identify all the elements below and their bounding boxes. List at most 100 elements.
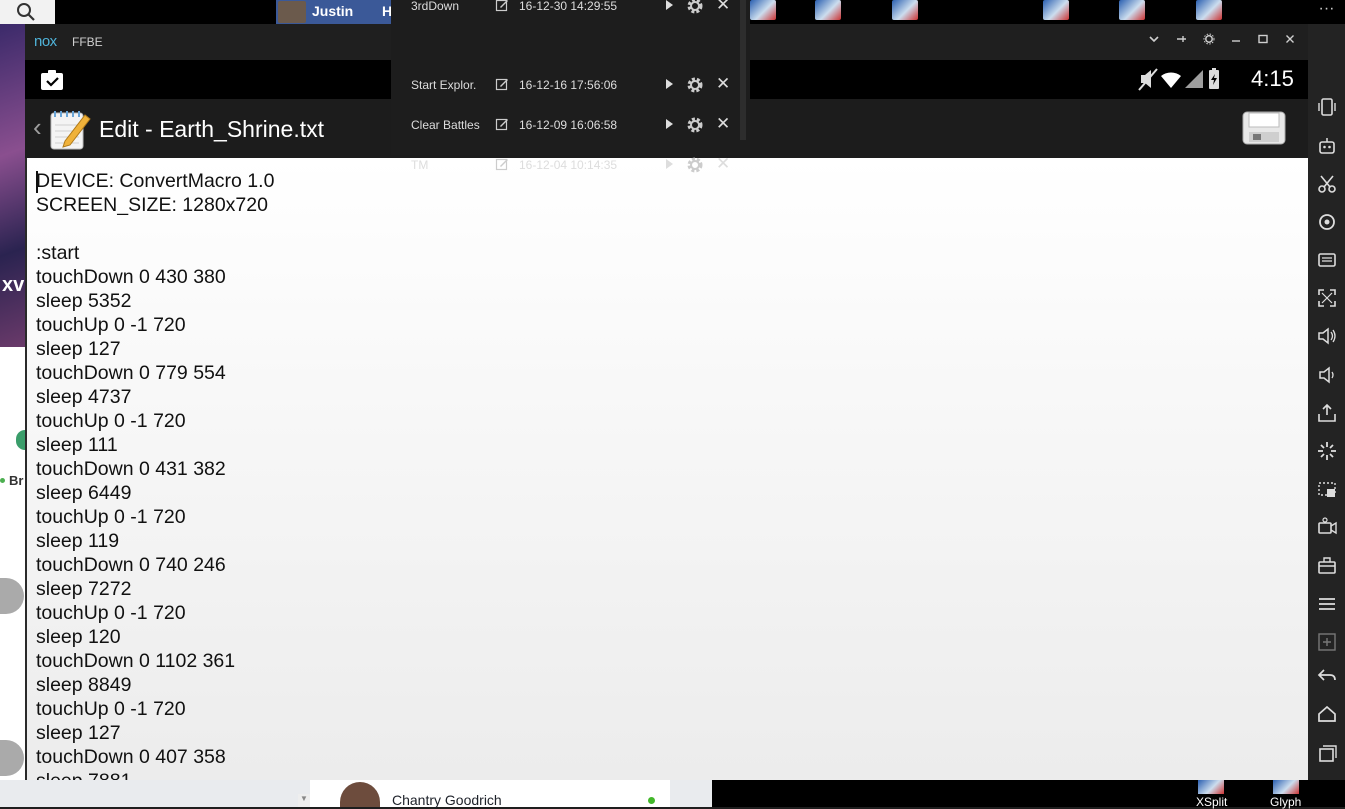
camera-icon[interactable] [1316, 516, 1338, 538]
editor-line: touchUp 0 -1 720 [36, 314, 186, 336]
back-icon[interactable] [1316, 664, 1338, 686]
chat-contact-name[interactable]: Chantry Goodrich [392, 792, 502, 808]
editor-line: sleep 120 [36, 626, 121, 648]
edit-icon[interactable] [495, 157, 509, 176]
location-icon[interactable] [1316, 211, 1338, 233]
chevron-down-icon[interactable] [1143, 30, 1165, 52]
scissors-icon[interactable] [1316, 173, 1338, 195]
search-icon [17, 3, 35, 21]
robot-icon[interactable] [1316, 135, 1338, 157]
multi-instance-icon[interactable] [1316, 631, 1338, 653]
taskbar [712, 780, 1345, 807]
online-dot [0, 478, 5, 483]
glyph-icon[interactable] [1273, 780, 1299, 794]
editor-content[interactable]: DEVICE: ConvertMacro 1.0 SCREEN_SIZE: 12… [36, 169, 274, 780]
editor-line: sleep 119 [36, 530, 120, 552]
macro-list-popup: 3rdDown 16-12-30 14:29:55 ✕ Start Explor. 16… [391, 0, 750, 173]
signal-icon [1185, 70, 1203, 88]
volume-up-icon[interactable] [1316, 325, 1338, 347]
editor-line: sleep 127 [36, 338, 121, 360]
editor-line: sleep 4737 [36, 386, 132, 408]
editor-title: Edit - Earth_Shrine.txt [99, 116, 324, 142]
wifi-icon [1161, 72, 1181, 88]
keyboard-icon[interactable] [1316, 249, 1338, 271]
macro-row[interactable]: 3rdDown 16-12-30 14:29:55 ✕ [391, 0, 741, 40]
save-icon[interactable] [1241, 110, 1287, 151]
editor-line: SCREEN_SIZE: 1280x720 [36, 194, 268, 216]
scroll-down-arrow[interactable]: ▼ [298, 794, 310, 807]
background-art-text: xv [2, 274, 25, 296]
screenshot-icon[interactable] [1316, 478, 1338, 500]
macro-name: 3rdDown [411, 0, 460, 13]
gear-icon[interactable] [685, 155, 705, 180]
shake-icon[interactable] [1316, 96, 1338, 118]
edit-icon[interactable] [495, 0, 509, 17]
user-avatar [278, 1, 306, 23]
editor-line: sleep 5352 [36, 290, 132, 312]
desktop-shortcut-icon[interactable] [892, 0, 918, 20]
editor-line: sleep 8849 [36, 674, 132, 696]
editor-line: touchUp 0 -1 720 [36, 410, 186, 432]
play-icon[interactable] [663, 157, 675, 176]
battery-icon [1209, 68, 1219, 89]
mute-icon [1138, 68, 1158, 91]
desktop-shortcut-icon[interactable] [1119, 0, 1145, 20]
play-icon[interactable] [663, 0, 675, 17]
online-status-dot [648, 797, 655, 804]
editor-line: touchDown 0 779 554 [36, 362, 226, 384]
clipboard-notification-icon[interactable] [39, 68, 65, 97]
nox-logo: nox [34, 33, 57, 50]
pin-icon[interactable] [1170, 30, 1192, 52]
more-options-icon[interactable]: ··· [1308, 0, 1345, 24]
maximize-icon[interactable] [1252, 30, 1274, 52]
editor-line: touchDown 0 430 380 [36, 266, 226, 288]
editor-line: sleep 127 [36, 722, 121, 744]
desktop-shortcut-icon[interactable] [815, 0, 841, 20]
macro-timestamp: 16-12-04 10:14:35 [519, 158, 618, 172]
home-icon[interactable] [1316, 703, 1338, 725]
background-label: Br [9, 473, 24, 488]
volume-down-icon[interactable] [1316, 364, 1338, 386]
status-icons [1137, 66, 1247, 99]
macro-text-editor[interactable]: DEVICE: ConvertMacro 1.0 SCREEN_SIZE: 12… [25, 158, 1308, 780]
background-green-button [16, 430, 25, 450]
macro-row[interactable]: TM 16-12-04 10:14:35 ✕ [391, 120, 741, 173]
editor-line: touchDown 0 431 382 [36, 458, 226, 480]
desktop-user-tab[interactable]: Justin H [276, 0, 406, 24]
editor-line: DEVICE: ConvertMacro 1.0 [36, 170, 275, 192]
nox-app-name: FFBE [72, 35, 103, 49]
desktop-search-button[interactable] [0, 0, 55, 24]
recent-apps-icon[interactable] [1316, 742, 1338, 764]
toolbox-icon[interactable] [1316, 554, 1338, 576]
macro-list-scrollbar[interactable] [740, 0, 746, 140]
gear-icon[interactable] [685, 0, 705, 21]
editor-line: sleep 111 [36, 434, 118, 456]
loading-icon[interactable] [1316, 440, 1338, 462]
menu-icon[interactable] [1316, 593, 1338, 615]
settings-icon[interactable] [1198, 30, 1220, 52]
status-time: 4:15 [1251, 66, 1294, 91]
background-artwork: xv [0, 24, 25, 347]
macro-timestamp: 16-12-30 14:29:55 [519, 0, 618, 13]
editor-line: sleep 7881 [36, 770, 131, 780]
editor-line: touchUp 0 -1 720 [36, 698, 186, 720]
editor-line: touchDown 0 740 246 [36, 554, 226, 576]
close-icon[interactable] [1279, 30, 1301, 52]
desktop-shortcut-icon[interactable] [1196, 0, 1222, 20]
xsplit-icon[interactable] [1198, 780, 1224, 794]
editor-line: touchDown 0 407 358 [36, 746, 226, 768]
delete-icon[interactable]: ✕ [716, 0, 730, 13]
delete-icon[interactable]: ✕ [716, 155, 730, 172]
desktop-shortcut-icon[interactable] [1043, 0, 1069, 20]
editor-line: touchUp 0 -1 720 [36, 506, 186, 528]
minimize-icon[interactable] [1225, 30, 1247, 52]
desktop-shortcut-icon[interactable] [750, 0, 776, 20]
fullscreen-icon[interactable] [1316, 287, 1338, 309]
back-chevron-icon[interactable]: ‹ [33, 112, 42, 143]
notepad-app-icon[interactable] [45, 107, 93, 156]
editor-line: touchUp 0 -1 720 [36, 602, 186, 624]
editor-line: :start [36, 242, 80, 264]
macro-row[interactable]: Start Explor. 16-12-16 17:56:06 ✕ [391, 40, 741, 93]
apk-icon[interactable] [1316, 402, 1338, 424]
macro-row[interactable]: Clear Battles 16-12-09 16:06:58 ✕ [391, 80, 741, 133]
